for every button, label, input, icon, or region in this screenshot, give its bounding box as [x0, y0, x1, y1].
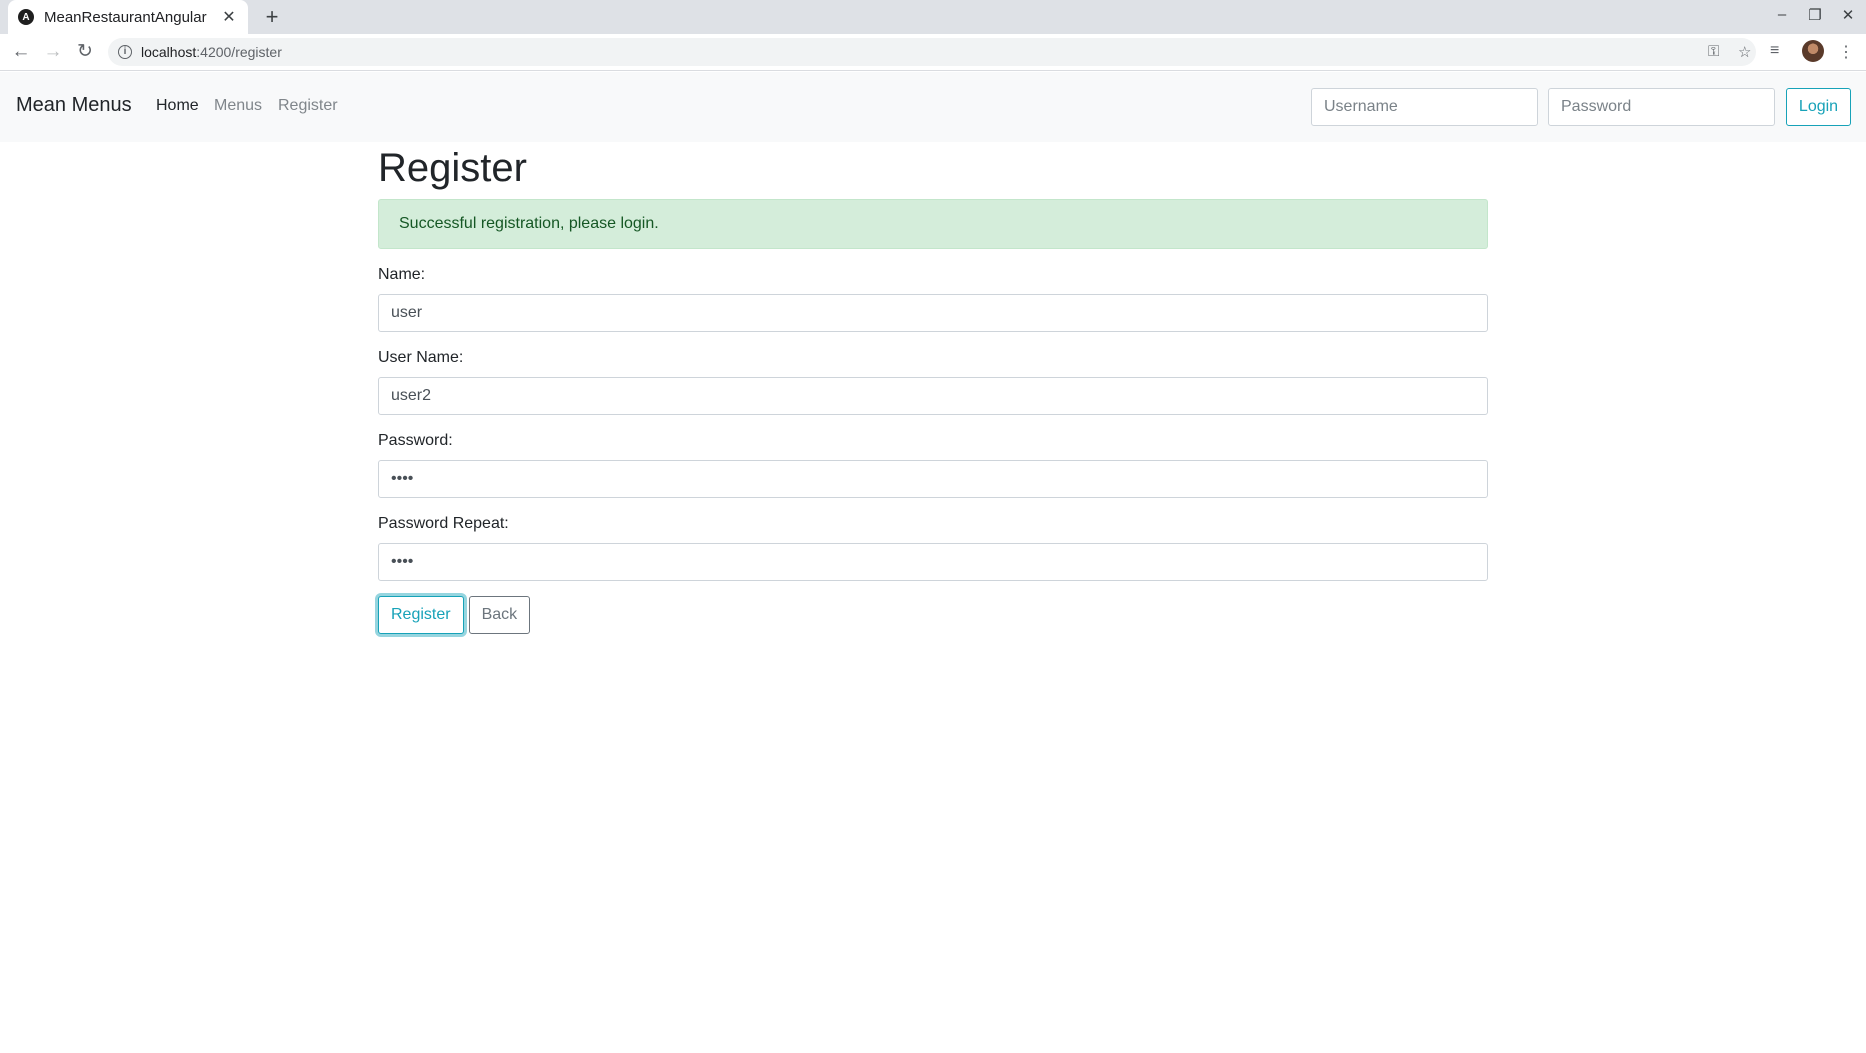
menu-kebab-icon[interactable]: ⋮: [1838, 42, 1854, 62]
url-host: localhost: [141, 44, 197, 60]
url-path: :4200/register: [196, 44, 282, 60]
address-bar[interactable]: i localhost:4200/register ⚿ ☆: [108, 38, 1756, 66]
app-navbar: Mean Menus Home Menus Register Login: [0, 72, 1866, 142]
browser-tabstrip: A MeanRestaurantAngular ✕ + – ❐ ✕: [0, 0, 1866, 34]
success-alert: Successful registration, please login.: [378, 199, 1488, 249]
restore-icon[interactable]: ❐: [1804, 6, 1826, 24]
password-repeat-group: Password Repeat:: [378, 514, 1488, 581]
nav-link-menus[interactable]: Menus: [214, 97, 262, 115]
username-group: User Name:: [378, 348, 1488, 415]
login-button[interactable]: Login: [1786, 88, 1851, 126]
forward-arrow-icon[interactable]: →: [41, 40, 65, 64]
name-input[interactable]: [378, 294, 1488, 332]
tab-close-icon[interactable]: ✕: [220, 7, 238, 27]
username-label: User Name:: [378, 349, 464, 366]
register-button[interactable]: Register: [378, 596, 464, 634]
tab-title: MeanRestaurantAngular: [44, 8, 207, 26]
bookmark-star-icon[interactable]: ☆: [1738, 43, 1751, 61]
page-title: Register: [378, 146, 527, 190]
media-queue-icon[interactable]: ≡: [1770, 42, 1779, 60]
browser-toolbar: ← → ↻ i localhost:4200/register ⚿ ☆ ≡ ⋮: [0, 34, 1866, 71]
name-label: Name:: [378, 266, 426, 283]
login-password-input[interactable]: [1548, 88, 1775, 126]
angular-favicon-icon: A: [18, 9, 34, 25]
name-group: Name:: [378, 265, 1488, 332]
brand-logo[interactable]: Mean Menus: [16, 94, 132, 117]
back-arrow-icon[interactable]: ←: [9, 40, 33, 64]
key-icon[interactable]: ⚿: [1708, 43, 1719, 60]
password-group: Password:: [378, 431, 1488, 498]
minimize-icon[interactable]: –: [1771, 6, 1793, 23]
password-repeat-input[interactable]: [378, 543, 1488, 581]
site-info-icon[interactable]: i: [118, 45, 132, 59]
nav-link-register[interactable]: Register: [278, 97, 338, 115]
password-input[interactable]: [378, 460, 1488, 498]
browser-tab[interactable]: A MeanRestaurantAngular ✕: [8, 0, 248, 34]
password-label: Password:: [378, 432, 453, 449]
password-repeat-label: Password Repeat:: [378, 515, 509, 532]
register-form-container: Register Successful registration, please…: [378, 142, 1488, 634]
new-tab-icon[interactable]: +: [260, 5, 284, 29]
reload-icon[interactable]: ↻: [73, 40, 97, 64]
nav-link-home[interactable]: Home: [156, 97, 199, 115]
username-input[interactable]: [378, 377, 1488, 415]
login-username-input[interactable]: [1311, 88, 1538, 126]
back-button[interactable]: Back: [468, 596, 531, 634]
profile-avatar[interactable]: [1802, 40, 1824, 62]
window-close-icon[interactable]: ✕: [1837, 6, 1859, 24]
form-actions: Register Back: [378, 596, 1488, 634]
